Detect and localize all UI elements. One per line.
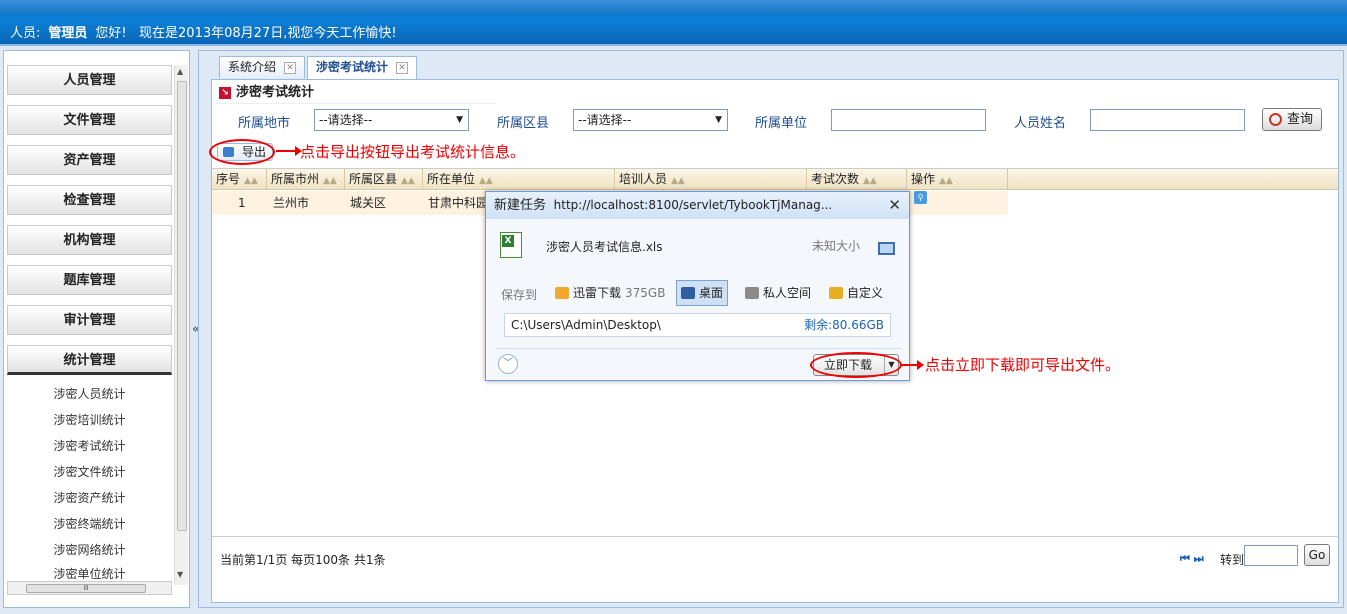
- close-icon[interactable]: ✕: [284, 61, 297, 74]
- tab-label: 系统介绍: [228, 60, 277, 74]
- export-annotation: 点击导出按钮导出考试统计信息。: [300, 143, 526, 161]
- free-space: 剩余:80.66GB: [804, 318, 884, 332]
- user-name: 管理员: [48, 26, 88, 41]
- excel-file-icon: [500, 232, 522, 258]
- export-highlight-ellipse: [209, 139, 275, 165]
- col-unit[interactable]: 所在单位 ▲▲: [423, 169, 615, 190]
- close-icon[interactable]: ✕: [396, 61, 409, 74]
- download-annotation: 点击立即下载即可导出文件。: [925, 356, 1121, 374]
- menu-question-bank[interactable]: 题库管理: [7, 265, 172, 295]
- district-select[interactable]: --请选择-- ▼: [573, 109, 728, 131]
- district-label: 所属区县: [497, 116, 550, 131]
- page-nav-icons[interactable]: ⏮ ⏭: [1180, 552, 1204, 566]
- thunder-icon: [555, 287, 569, 299]
- city-label: 所属地市: [238, 116, 291, 131]
- scroll-down-icon[interactable]: ▼: [177, 570, 183, 579]
- option-custom[interactable]: 自定义: [824, 280, 888, 306]
- search-icon: [1269, 113, 1282, 126]
- computer-icon[interactable]: [878, 242, 895, 255]
- name-label: 人员姓名: [1014, 116, 1067, 131]
- hscroll-thumb[interactable]: Ⅲ: [26, 584, 146, 593]
- menu-statistics[interactable]: 统计管理: [7, 345, 172, 375]
- sub-training-stats[interactable]: 涉密培训统计: [7, 411, 172, 428]
- tab-label: 涉密考试统计: [316, 60, 389, 74]
- col-action[interactable]: 操作 ▲▲: [907, 169, 1008, 190]
- close-icon[interactable]: ✕: [888, 196, 901, 214]
- menu-files[interactable]: 文件管理: [7, 105, 172, 135]
- dropdown-arrow-icon: ▼: [715, 115, 722, 125]
- file-size: 未知大小: [812, 239, 861, 253]
- menu-people[interactable]: 人员管理: [7, 65, 172, 95]
- tab-system-intro[interactable]: 系统介绍 ✕: [219, 56, 306, 78]
- cell-index: 1: [238, 196, 246, 210]
- cell-unit: 甘肃中科园: [428, 196, 489, 210]
- unit-label: 所属单位: [755, 116, 808, 131]
- grid-header: 序号 ▲▲ 所属市州 ▲▲ 所属区县 ▲▲ 所在单位 ▲▲ 培训人员 ▲▲ 考试次数 ▲▲ …: [212, 169, 1338, 190]
- date-text: 现在是2013年08月27日,视您今天工作愉快!: [139, 26, 397, 41]
- sub-network-stats[interactable]: 涉密网络统计: [7, 541, 172, 558]
- cloud-icon: [745, 287, 759, 299]
- goto-label: 转到: [1220, 553, 1245, 567]
- menu-inspection[interactable]: 检查管理: [7, 185, 172, 215]
- pager: 当前第1/1页 每页100条 共1条 ⏮ ⏭ 转到 Go: [212, 536, 1338, 574]
- menu-assets[interactable]: 资产管理: [7, 145, 172, 175]
- download-highlight-ellipse: [810, 352, 902, 378]
- greeting: 您好!: [95, 26, 127, 41]
- dialog-title: 新建任务: [494, 198, 547, 213]
- option-thunder-download[interactable]: 迅雷下载 375GB: [550, 280, 670, 306]
- unit-input[interactable]: [831, 109, 986, 131]
- goto-page-input[interactable]: [1244, 545, 1298, 566]
- desktop-icon: [681, 287, 695, 299]
- top-header-bar: 人员: 管理员 您好! 现在是2013年08月27日,视您今天工作愉快!: [0, 0, 1347, 46]
- sidebar-horizontal-scrollbar[interactable]: Ⅲ: [7, 581, 172, 595]
- col-trainee[interactable]: 培训人员 ▲▲: [615, 169, 807, 190]
- option-desktop[interactable]: 桌面: [676, 280, 729, 306]
- view-detail-icon[interactable]: ⚲: [914, 191, 927, 204]
- chevron-down-icon[interactable]: ﹀: [498, 354, 518, 374]
- dialog-url: http://localhost:8100/servlet/TybookTjMa…: [553, 198, 833, 212]
- arrow-mark-icon: ↘: [219, 87, 231, 99]
- cell-district: 城关区: [350, 196, 387, 210]
- dialog-title-bar: 新建任务 http://localhost:8100/servlet/Tyboo…: [486, 192, 909, 219]
- user-label: 人员:: [10, 26, 41, 41]
- annotation-arrow: [902, 360, 924, 370]
- file-name[interactable]: 涉密人员考试信息.xls: [546, 238, 663, 255]
- tab-exam-stats[interactable]: 涉密考试统计 ✕: [307, 56, 418, 79]
- annotation-arrow: [276, 146, 302, 156]
- scroll-up-icon[interactable]: ▲: [177, 67, 183, 76]
- cell-city: 兰州市: [273, 196, 310, 210]
- col-exam-count[interactable]: 考试次数 ▲▲: [807, 169, 907, 190]
- page-info: 当前第1/1页 每页100条 共1条: [220, 553, 386, 567]
- panel-title: ↘ 涉密考试统计: [216, 82, 496, 104]
- welcome-line: 人员: 管理员 您好! 现在是2013年08月27日,视您今天工作愉快!: [10, 22, 397, 41]
- sidebar: 人员管理 文件管理 资产管理 检查管理 机构管理 题库管理 审计管理 统计管理 …: [3, 50, 190, 608]
- save-path-field[interactable]: C:\Users\Admin\Desktop\ 剩余:80.66GB: [504, 313, 891, 337]
- col-city[interactable]: 所属市州 ▲▲: [267, 169, 345, 190]
- menu-organization[interactable]: 机构管理: [7, 225, 172, 255]
- scroll-thumb[interactable]: [177, 81, 187, 531]
- sub-personnel-stats[interactable]: 涉密人员统计: [7, 385, 172, 402]
- sub-exam-stats[interactable]: 涉密考试统计: [7, 437, 172, 454]
- sub-file-stats[interactable]: 涉密文件统计: [7, 463, 172, 480]
- folder-icon: [829, 287, 843, 299]
- query-button[interactable]: 查询: [1262, 108, 1322, 131]
- sidebar-vertical-scrollbar[interactable]: ▲ ▼: [174, 65, 188, 585]
- save-to-label: 保存到: [501, 288, 538, 302]
- col-index[interactable]: 序号 ▲▲: [212, 169, 267, 190]
- option-private-space[interactable]: 私人空间: [740, 280, 816, 306]
- city-select[interactable]: --请选择-- ▼: [314, 109, 469, 131]
- name-input[interactable]: [1090, 109, 1245, 131]
- go-button[interactable]: Go: [1304, 544, 1330, 566]
- menu-audit[interactable]: 审计管理: [7, 305, 172, 335]
- dropdown-arrow-icon: ▼: [456, 115, 463, 125]
- sub-terminal-stats[interactable]: 涉密终端统计: [7, 515, 172, 532]
- sub-asset-stats[interactable]: 涉密资产统计: [7, 489, 172, 506]
- col-district[interactable]: 所属区县 ▲▲: [345, 169, 423, 190]
- sub-unit-stats[interactable]: 涉密单位统计: [7, 565, 172, 579]
